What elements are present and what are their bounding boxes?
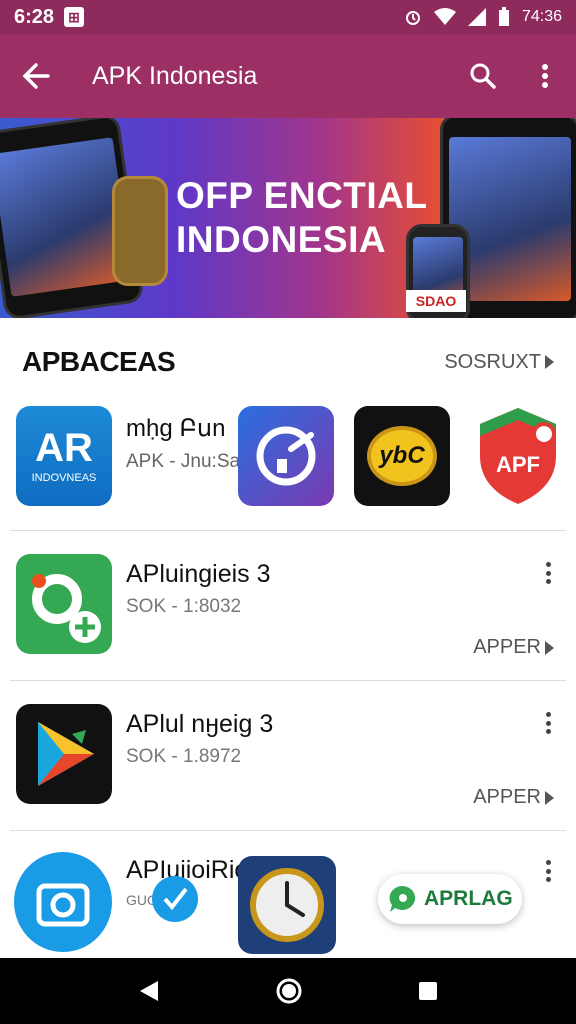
alarm-icon	[405, 11, 420, 25]
featured-app-name: mḥg Բսn	[126, 415, 226, 442]
arrow-back-icon	[22, 63, 50, 89]
banner-line1: OFP ENCTIAL	[176, 175, 428, 216]
list-item-action[interactable]: APPER	[473, 636, 554, 659]
sync-icon	[256, 426, 316, 486]
item-menu-button[interactable]	[538, 708, 558, 738]
icon-ar-subtext: INDOVNEAS	[31, 472, 97, 484]
back-button[interactable]	[0, 34, 72, 118]
chevron-right-icon	[545, 640, 554, 655]
list-item-name[interactable]: APlul nӈeig 3	[126, 710, 273, 739]
floating-pill-button[interactable]: APRLAG	[378, 874, 522, 924]
featured-app-icon-ar[interactable]: AR INDOVNEAS	[16, 406, 112, 506]
notification-icon: ⊞	[64, 7, 85, 27]
status-icons: 74:36	[404, 7, 562, 27]
chevron-right-icon	[545, 790, 554, 805]
signal-icon	[467, 8, 486, 26]
item-menu-button[interactable]	[538, 856, 558, 886]
divider	[10, 830, 566, 831]
featured-app-icon-ybc[interactable]: ybC	[354, 406, 450, 506]
overflow-menu-button[interactable]	[514, 34, 576, 118]
list-item-action-label: APPER	[473, 786, 541, 808]
floating-icon-check[interactable]	[152, 876, 198, 922]
featured-app-icon-sync[interactable]	[238, 406, 334, 506]
floating-icon-clock[interactable]	[238, 856, 336, 954]
featured-app-info[interactable]: mḥg Բսn APK - Jnu:Sa	[126, 414, 240, 473]
status-time: 6:28	[14, 5, 55, 28]
banner-phone-label: SDAO	[406, 290, 466, 312]
featured-app-meta: APK - Jnu:Sa	[126, 451, 241, 472]
icon-ar-text: AR	[35, 426, 93, 470]
wifi-icon	[433, 8, 456, 25]
divider	[10, 680, 566, 681]
chevron-right-icon	[545, 355, 554, 369]
page-title: APK Indonesia	[92, 61, 258, 90]
nav-recents-icon[interactable]	[418, 981, 438, 1001]
floating-pill-label: APRLAG	[424, 887, 513, 910]
search-button[interactable]	[452, 34, 514, 118]
battery-icon	[498, 7, 509, 26]
app-bar: APK Indonesia	[0, 34, 576, 118]
ybc-text: ybC	[379, 442, 425, 469]
more-vert-icon	[542, 64, 548, 88]
see-all-link[interactable]: SOSRUXT	[444, 351, 554, 374]
camera-icon	[36, 883, 90, 927]
play-store-icon	[38, 722, 94, 786]
battery-text: 74:36	[521, 8, 562, 25]
divider	[10, 530, 566, 531]
banner-line2: INDONESIA	[176, 219, 387, 260]
list-item-name[interactable]: APluingieis 3	[126, 560, 271, 589]
list-item-action-label: APPER	[473, 636, 541, 658]
list-item-meta: SOK - 1.8972	[126, 746, 242, 767]
status-bar: 6:28 ⊞ 74:36	[0, 0, 576, 34]
floating-icon-camera[interactable]	[14, 852, 112, 952]
app-search-icon	[32, 574, 101, 643]
featured-app-icon-apf[interactable]: APF	[470, 406, 566, 506]
list-item-meta: SOK - 1:8032	[126, 596, 242, 617]
section-title: APBACEAS	[22, 346, 176, 377]
promo-banner[interactable]: OFP ENCTIAL INDONESIA SDAO	[0, 118, 576, 318]
nav-home-icon[interactable]	[276, 978, 302, 1004]
chat-bubble-icon	[389, 885, 416, 912]
nav-back-icon[interactable]	[138, 979, 160, 1003]
list-item-icon-2[interactable]	[16, 704, 112, 804]
list-item-icon-1[interactable]	[16, 554, 112, 654]
list-item-action[interactable]: APPER	[473, 786, 554, 809]
see-all-label: SOSRUXT	[444, 350, 541, 373]
item-menu-button[interactable]	[538, 558, 558, 588]
check-icon	[163, 887, 188, 911]
system-nav-bar	[0, 958, 576, 1024]
clock-icon	[250, 868, 324, 942]
search-icon	[470, 63, 496, 89]
apf-text: APF	[496, 452, 540, 477]
banner-headline: OFP ENCTIAL INDONESIA	[176, 174, 428, 262]
banner-phone-small	[112, 176, 168, 286]
ybc-badge: ybC	[367, 426, 437, 486]
section-header: APBACEAS SOSRUXT	[0, 332, 576, 392]
